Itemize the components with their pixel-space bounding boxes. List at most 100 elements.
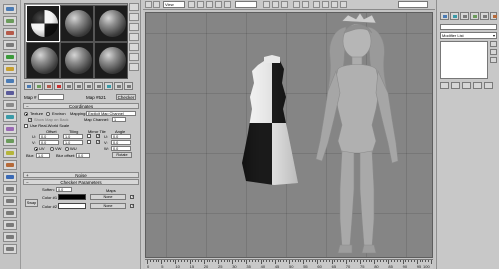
mirror-toolbar-button[interactable]: [293, 1, 300, 8]
color2-map-checkbox[interactable]: [130, 203, 134, 208]
v-angle-spinner[interactable]: 0.0: [111, 140, 131, 145]
copy-material-button[interactable]: [64, 82, 73, 90]
snap-toggle-button[interactable]: [3, 184, 17, 194]
scale-button[interactable]: [224, 1, 231, 8]
vw-radio[interactable]: [50, 147, 54, 151]
curve-editor-toolbar-button[interactable]: [313, 1, 320, 8]
coordinates-rollout-header[interactable]: − Coordinates: [23, 103, 139, 109]
curve-editor-button[interactable]: [3, 124, 17, 134]
color2-map-button[interactable]: None: [90, 203, 126, 209]
align-tool-button[interactable]: [3, 100, 17, 110]
background-button[interactable]: [129, 23, 139, 31]
sample-slot-3[interactable]: [94, 5, 128, 42]
stack-button-3[interactable]: [490, 57, 497, 63]
options-button[interactable]: [129, 63, 139, 71]
sample-type-button[interactable]: [129, 3, 139, 11]
color2-swatch[interactable]: [58, 203, 86, 209]
get-material-button[interactable]: [24, 82, 33, 90]
tab-modify[interactable]: [450, 12, 459, 20]
video-color-check-button[interactable]: [129, 43, 139, 51]
noise-rollout-header[interactable]: + Noise: [23, 172, 139, 178]
mapping-dropdown[interactable]: Explicit Map Channel: [86, 111, 136, 116]
u-tile-checkbox[interactable]: [96, 133, 100, 138]
rotate-button[interactable]: Rotate: [112, 152, 132, 158]
put-to-library-button[interactable]: [84, 82, 93, 90]
environ-radio[interactable]: [46, 112, 50, 116]
pivot-button[interactable]: [188, 1, 195, 8]
go-to-parent-button[interactable]: [114, 82, 123, 90]
sample-slot-6[interactable]: [94, 42, 128, 79]
checker-dress[interactable]: [236, 53, 302, 193]
timeline-ruler[interactable]: 0 5 10 15 20 25 30 35 40 45 50 55 60 65 70 75 80 85 90 95 10…: [145, 259, 433, 269]
reset-map-button[interactable]: [54, 82, 63, 90]
show-end-result-button[interactable]: [451, 82, 460, 89]
modifier-stack[interactable]: [440, 41, 488, 79]
angle-snap-toolbar-button[interactable]: [272, 1, 279, 8]
spinner-snap-button[interactable]: [3, 220, 17, 230]
uv-radio[interactable]: [34, 147, 38, 151]
bind-tool-button[interactable]: [3, 40, 17, 50]
v-tiling-spinner[interactable]: 1.0: [63, 140, 83, 145]
texture-radio[interactable]: [24, 112, 28, 116]
map-type-button[interactable]: Checker: [116, 94, 136, 100]
color1-swatch[interactable]: [58, 194, 86, 200]
assign-to-selection-button[interactable]: [44, 82, 53, 90]
stack-button-1[interactable]: [490, 41, 497, 47]
w-angle-spinner[interactable]: 0.0: [111, 146, 131, 151]
backlight-button[interactable]: [129, 13, 139, 21]
percent-snap-toolbar-button[interactable]: [281, 1, 288, 8]
rotate-button-toolbar[interactable]: [215, 1, 222, 8]
selection-filter-dropdown[interactable]: [235, 1, 257, 8]
snaps-button[interactable]: [263, 1, 270, 8]
move-button[interactable]: [206, 1, 213, 8]
link-tool-button[interactable]: [3, 16, 17, 26]
select-button[interactable]: [197, 1, 204, 8]
redo-button[interactable]: [153, 1, 160, 8]
perspective-viewport[interactable]: [145, 12, 433, 258]
percent-snap-button[interactable]: [3, 208, 17, 218]
soften-spinner[interactable]: 0.0: [56, 187, 72, 192]
layer-tool-button[interactable]: [3, 112, 17, 122]
uv-tiling-button[interactable]: [129, 33, 139, 41]
quick-render-button[interactable]: [3, 172, 17, 182]
schematic-button[interactable]: [3, 136, 17, 146]
tab-display[interactable]: [480, 12, 489, 20]
make-preview-button[interactable]: [129, 53, 139, 61]
use-real-world-scale-checkbox[interactable]: [24, 124, 28, 128]
modifier-list-dropdown[interactable]: Modifier List ▾: [440, 32, 497, 39]
put-to-scene-button[interactable]: [34, 82, 43, 90]
show-map-on-back-checkbox[interactable]: [28, 117, 32, 122]
v-tile-checkbox[interactable]: [96, 139, 100, 144]
blur-spinner[interactable]: 1.0: [36, 153, 50, 158]
make-unique-stack-button[interactable]: [462, 82, 471, 89]
go-forward-sibling-button[interactable]: [124, 82, 133, 90]
align-toolbar-button[interactable]: [302, 1, 309, 8]
u-angle-spinner[interactable]: 0.0: [111, 134, 131, 139]
object-name-field[interactable]: [440, 24, 497, 30]
remove-modifier-button[interactable]: [473, 82, 482, 89]
sample-slot-4[interactable]: [26, 42, 60, 79]
configure-sets-button[interactable]: [484, 82, 493, 89]
undo-button[interactable]: [145, 1, 152, 8]
map-channel-spinner[interactable]: 1: [112, 117, 126, 122]
select-tool-button[interactable]: [3, 4, 17, 14]
u-mirror-checkbox[interactable]: [87, 134, 91, 138]
u-offset-spinner[interactable]: 0.0: [39, 134, 59, 139]
mirror-selection-button[interactable]: [3, 244, 17, 254]
pin-stack-button[interactable]: [440, 82, 449, 89]
female-character-model[interactable]: [315, 13, 399, 254]
swap-button[interactable]: Swap: [25, 199, 38, 207]
u-tiling-spinner[interactable]: 1.0: [63, 134, 83, 139]
render-toolbar-button[interactable]: [340, 1, 347, 8]
make-unique-button[interactable]: [74, 82, 83, 90]
tab-create[interactable]: [440, 12, 449, 20]
color1-map-checkbox[interactable]: [130, 194, 134, 199]
mirror-tool-button[interactable]: [3, 88, 17, 98]
tab-utilities[interactable]: [490, 12, 497, 20]
stack-button-2[interactable]: [490, 49, 497, 55]
tab-hierarchy[interactable]: [460, 12, 469, 20]
material-editor-toolbar-button[interactable]: [331, 1, 338, 8]
scale-tool-button[interactable]: [3, 76, 17, 86]
material-editor-button[interactable]: [3, 148, 17, 158]
unlink-tool-button[interactable]: [3, 28, 17, 38]
